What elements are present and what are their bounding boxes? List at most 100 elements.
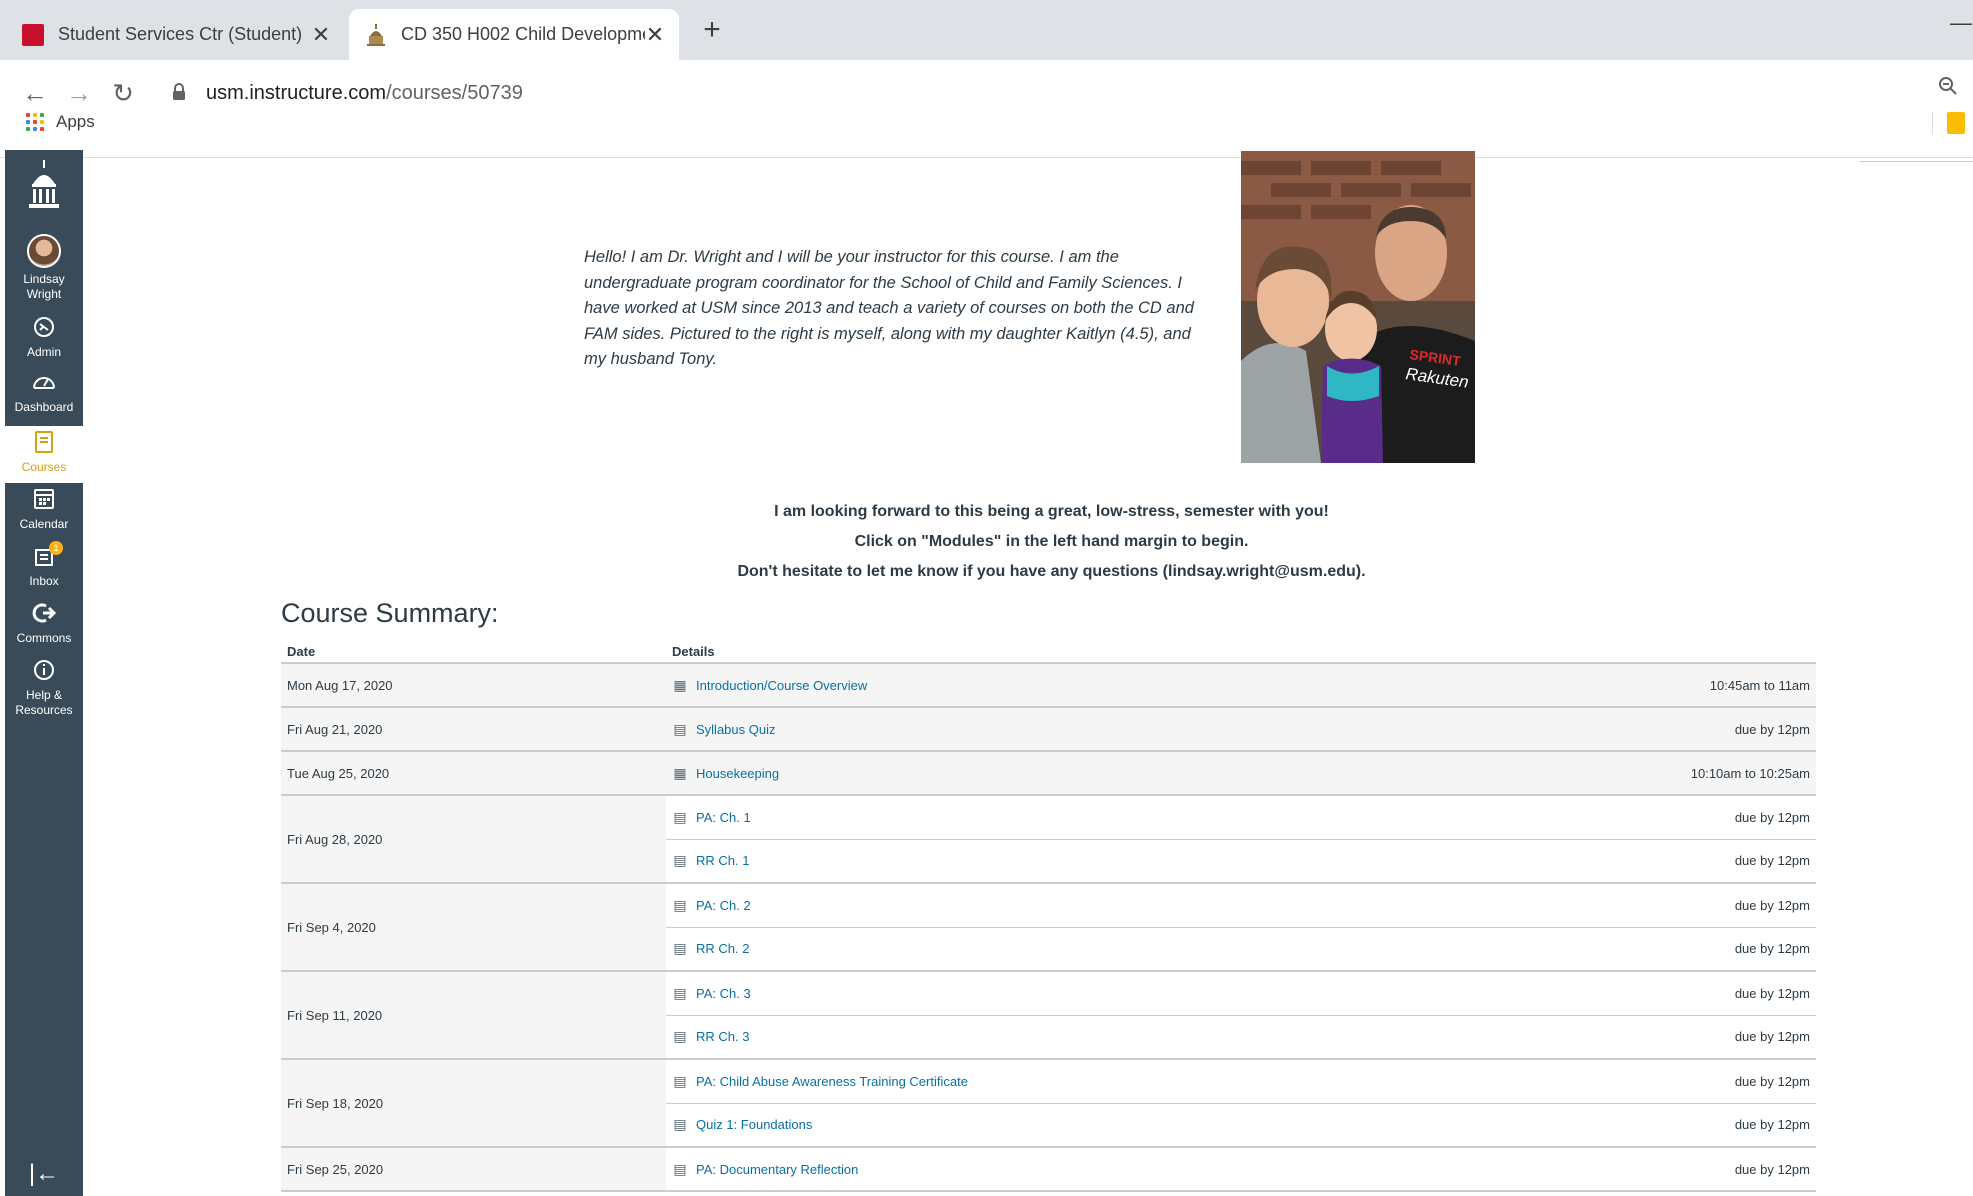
event-detail: ▤ RR Ch. 3 [666, 1015, 1516, 1060]
global-nav-admin[interactable]: Admin [5, 315, 83, 360]
nav-label: Calendar [19, 517, 69, 531]
instructor-family-photo: SPRINT Rakuten [1241, 151, 1475, 463]
tab-title: CD 350 H002 Child Development [401, 24, 645, 44]
global-nav-commons[interactable]: Commons [5, 601, 83, 646]
close-tab-icon[interactable]: ✕ [310, 22, 332, 48]
calendar-icon: ▦ [673, 764, 687, 781]
event-detail: ▤ Syllabus Quiz [666, 707, 1516, 752]
unread-badge: 1 [49, 541, 63, 555]
event-link[interactable]: ▦ Introduction/Course Overview [672, 677, 867, 694]
avatar [27, 234, 61, 268]
browser-toolbar: ← → ↻ usm.instructure.com/courses/50739 [0, 60, 1973, 158]
due-time: due by 12pm [1516, 839, 1816, 884]
contact-message: Don't hesitate to let me know if you hav… [737, 563, 1366, 580]
address-bar[interactable]: usm.instructure.com/courses/50739 [160, 74, 1920, 112]
nav-label: Resources [15, 703, 73, 717]
nav-label: Dashboard [14, 400, 74, 414]
assignment-icon: ▤ [673, 1160, 687, 1177]
nav-label: Courses [21, 460, 67, 474]
course-summary-heading: Course Summary: [281, 598, 499, 628]
global-nav-inbox[interactable]: 1 Inbox [5, 541, 83, 589]
apps-bookmark[interactable]: Apps [56, 112, 95, 132]
zoom-icon[interactable] [1938, 76, 1958, 102]
event-time: 10:10am to 10:25am [1516, 751, 1816, 796]
usm-dome-favicon-icon [365, 23, 387, 46]
event-detail: ▦ Housekeeping [666, 751, 1516, 796]
table-header-row: Date Details [281, 641, 1816, 664]
close-tab-icon[interactable]: ✕ [645, 22, 665, 48]
assignment-icon: ▤ [673, 940, 687, 957]
event-date: Fri Aug 21, 2020 [281, 707, 666, 752]
event-date: Fri Sep 11, 2020 [281, 971, 666, 1060]
apps-grid-icon[interactable] [26, 113, 44, 131]
event-detail: ▤ PA: Child Abuse Awareness Training Cert… [666, 1059, 1516, 1104]
event-detail: ▤ Quiz 1: Foundations [666, 1103, 1516, 1148]
event-detail: ▦ Introduction/Course Overview [666, 663, 1516, 708]
assignment-link[interactable]: ▤ Quiz 1: Foundations [672, 1116, 812, 1133]
event-link[interactable]: ▦ Housekeeping [672, 765, 779, 782]
calendar-icon: ▦ [673, 676, 687, 693]
assignment-link-label: PA: Child Abuse Awareness Training Certi… [696, 1073, 968, 1089]
table-row: Fri Sep 25, 2020 ▤ PA: Documentary Reflec… [281, 1147, 1816, 1192]
assignment-icon: ▤ [673, 1028, 687, 1045]
due-time: due by 12pm [1516, 1015, 1816, 1060]
table-row: Fri Sep 4, 2020 ▤ PA: Ch. 2 due by 12pm [281, 883, 1816, 972]
assignment-link[interactable]: ▤ RR Ch. 3 [672, 1028, 749, 1045]
event-link-label: Introduction/Course Overview [696, 677, 868, 693]
event-detail: ▤ RR Ch. 1 [666, 839, 1516, 884]
global-nav-help[interactable]: Help & Resources [5, 658, 83, 718]
event-date: Fri Aug 28, 2020 [281, 795, 666, 884]
tab-title: Student Services Ctr (Student) [58, 24, 303, 44]
browser-tab-student-services[interactable]: Student Services Ctr (Student) ✕ [6, 9, 346, 60]
global-nav-calendar[interactable]: Calendar [5, 487, 83, 532]
reload-icon[interactable]: ↻ [106, 76, 140, 110]
assignment-link[interactable]: ▤ PA: Ch. 3 [672, 985, 750, 1002]
browser-tab-course[interactable]: CD 350 H002 Child Development ✕ [349, 9, 679, 60]
due-time: due by 12pm [1516, 883, 1816, 928]
assignment-icon: ▤ [673, 1072, 687, 1089]
assignment-link-label: Quiz 1: Foundations [696, 1117, 813, 1133]
event-detail: ▤ PA: Ch. 1 [666, 795, 1516, 840]
browser-tab-bar: Student Services Ctr (Student) ✕ CD 350 … [0, 0, 1973, 60]
assignment-link[interactable]: ▤ PA: Child Abuse Awareness Training Cert… [672, 1073, 968, 1090]
minimize-window-button[interactable]: — [1950, 10, 1972, 36]
global-nav-account[interactable]: Lindsay Wright [5, 234, 83, 302]
nav-label: Inbox [29, 574, 59, 588]
new-tab-button[interactable]: + [694, 12, 730, 48]
assignment-link-label: RR Ch. 2 [696, 941, 750, 957]
assignment-link[interactable]: ▤ PA: Ch. 2 [672, 897, 751, 914]
sidebar-edge [1860, 150, 1973, 162]
due-time: due by 12pm [1516, 1103, 1816, 1148]
assignment-link-label: RR Ch. 1 [696, 853, 750, 869]
global-nav-courses[interactable]: Courses [5, 426, 83, 483]
assignment-link[interactable]: ▤ PA: Ch. 1 [672, 809, 750, 826]
assignment-icon: ▤ [673, 852, 687, 869]
oracle-favicon-icon [22, 23, 44, 46]
event-time: 10:45am to 11am [1516, 663, 1816, 708]
bookmark-folder-icon[interactable] [1947, 112, 1965, 134]
table-row: Tue Aug 25, 2020 ▦ Housekeeping 10:10am t… [281, 751, 1816, 796]
lock-icon [172, 83, 192, 103]
account-label-last: Wright [26, 287, 62, 301]
due-time: due by 12pm [1516, 707, 1816, 752]
table-row: Fri Sep 11, 2020 ▤ PA: Ch. 3 due by 12pm [281, 971, 1816, 1060]
column-header-details: Details [666, 641, 1816, 664]
help-icon [5, 658, 83, 686]
event-date: Mon Aug 17, 2020 [281, 663, 666, 708]
nav-label: Commons [16, 631, 72, 645]
assignment-link-label: PA: Ch. 2 [696, 897, 751, 913]
event-date: Fri Sep 4, 2020 [281, 883, 666, 972]
event-detail: ▤ PA: Ch. 3 [666, 971, 1516, 1016]
url-host: usm.instructure.com [206, 81, 387, 104]
assignment-link[interactable]: ▤ Syllabus Quiz [672, 721, 775, 738]
global-nav-dashboard[interactable]: Dashboard [5, 370, 83, 415]
nav-label: Admin [26, 345, 61, 359]
collapse-nav-icon[interactable]: |← [5, 1160, 83, 1188]
bookmark-separator [1932, 112, 1933, 134]
assignment-link[interactable]: ▤ RR Ch. 1 [672, 852, 749, 869]
course-summary-table: Date Details Mon Aug 17, 2020 ▦ Introduct… [281, 641, 1816, 1192]
usm-logo-icon[interactable] [5, 160, 83, 218]
assignment-link[interactable]: ▤ RR Ch. 2 [672, 940, 749, 957]
assignment-link[interactable]: ▤ PA: Documentary Reflection [672, 1161, 858, 1178]
dashboard-icon [5, 370, 83, 398]
